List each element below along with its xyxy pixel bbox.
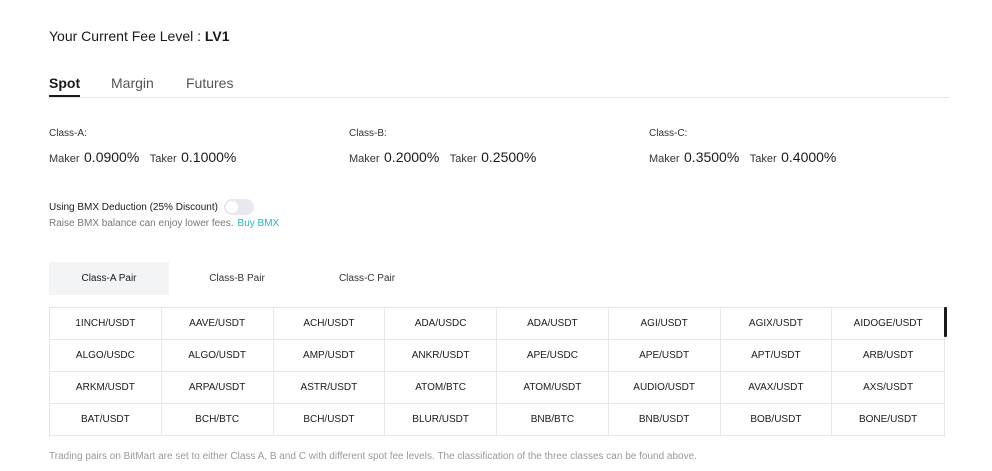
pair-cell: AXS/USDT	[863, 382, 914, 393]
pair-cell: BNB/USDT	[609, 404, 721, 436]
pair-grid-scrollbar[interactable]	[944, 307, 947, 337]
class-a-taker-label: Taker	[149, 153, 177, 165]
pair-cell: APE/USDC	[497, 340, 609, 372]
pair-cell: ANKR/USDT	[385, 340, 497, 372]
pair-cell: BLUR/USDT	[385, 404, 497, 436]
bmx-deduction-toggle[interactable]	[223, 199, 254, 215]
bmx-deduction-label: Using BMX Deduction (25% Discount)	[49, 201, 218, 213]
class-b-taker-value: 0.2500%	[481, 149, 537, 165]
bmx-deduction-row: Using BMX Deduction (25% Discount)	[49, 199, 254, 215]
pair-cell: AIDOGE/USDT	[853, 318, 923, 329]
class-a-maker-label: Maker	[49, 153, 80, 165]
class-c-taker-label: Taker	[749, 153, 777, 165]
class-c-taker-value: 0.4000%	[781, 149, 837, 165]
pair-cell: BCH/USDT	[274, 404, 386, 436]
class-a-maker-value: 0.0900%	[84, 149, 140, 165]
class-c-title: Class-C:	[649, 128, 688, 139]
class-b-maker-label: Maker	[349, 153, 380, 165]
tab-futures[interactable]: Futures	[186, 75, 233, 91]
pair-cell: APT/USDT	[721, 340, 833, 372]
toggle-knob	[225, 201, 238, 213]
active-tab-indicator	[49, 95, 80, 97]
pair-cell: APE/USDT	[609, 340, 721, 372]
pair-cell: ADA/USDC	[385, 308, 497, 340]
bmx-note: Raise BMX balance can enjoy lower fees. B…	[49, 218, 279, 229]
pair-cell: BCH/BTC	[162, 404, 274, 436]
class-c-fees: Class-C: Maker 0.3500% Taker 0.4000%	[649, 128, 842, 167]
pair-cell: ACH/USDT	[274, 308, 386, 340]
pair-row: BAT/USDT BCH/BTC BCH/USDT BLUR/USDT BNB/…	[50, 404, 944, 436]
footer-note: Trading pairs on BitMart are set to eith…	[49, 451, 697, 462]
pair-cell: ARKM/USDT	[50, 372, 162, 404]
pair-cell: ATOM/USDT	[497, 372, 609, 404]
pair-grid: 1INCH/USDT AAVE/USDT ACH/USDT ADA/USDC A…	[49, 307, 945, 437]
pair-row: ARKM/USDT ARPA/USDT ASTR/USDT ATOM/BTC A…	[50, 372, 944, 404]
pair-cell: AVAX/USDT	[721, 372, 833, 404]
class-b-maker-value: 0.2000%	[384, 149, 440, 165]
pair-cell: 1INCH/USDT	[50, 308, 162, 340]
pair-cell: AGIX/USDT	[721, 308, 833, 340]
pair-cell: BNB/BTC	[497, 404, 609, 436]
pair-row: 1INCH/USDT AAVE/USDT ACH/USDT ADA/USDC A…	[50, 308, 944, 340]
market-tabs: Spot Margin Futures	[49, 72, 949, 98]
tab-spot[interactable]: Spot	[49, 75, 80, 91]
pair-cell: ALGO/USDC	[50, 340, 162, 372]
class-a-fees: Class-A: Maker 0.0900% Taker 0.1000%	[49, 128, 242, 167]
class-b-title: Class-B:	[349, 128, 387, 139]
pair-cell: AMP/USDT	[274, 340, 386, 372]
bmx-note-text: Raise BMX balance can enjoy lower fees.	[49, 218, 234, 229]
pair-cell: ASTR/USDT	[274, 372, 386, 404]
pair-cell: ARB/USDT	[862, 350, 914, 361]
pair-row: ALGO/USDC ALGO/USDT AMP/USDT ANKR/USDT A…	[50, 340, 944, 372]
pair-cell: AGI/USDT	[609, 308, 721, 340]
class-a-title: Class-A:	[49, 128, 87, 139]
class-b-fees: Class-B: Maker 0.2000% Taker 0.2500%	[349, 128, 542, 167]
pair-cell: AUDIO/USDT	[609, 372, 721, 404]
tab-class-c-pair[interactable]: Class-C Pair	[307, 262, 427, 295]
pair-cell: BONE/USDT	[858, 414, 918, 425]
pair-cell: ADA/USDT	[497, 308, 609, 340]
class-b-taker-label: Taker	[449, 153, 477, 165]
tab-class-b-pair[interactable]: Class-B Pair	[177, 262, 297, 295]
fee-level-heading: Your Current Fee Level : LV1	[49, 28, 230, 44]
tab-class-a-pair[interactable]: Class-A Pair	[49, 262, 169, 295]
pair-cell: BOB/USDT	[721, 404, 833, 436]
class-a-taker-value: 0.1000%	[181, 149, 237, 165]
fee-level-value: LV1	[204, 28, 230, 44]
tab-margin[interactable]: Margin	[111, 75, 154, 91]
pair-cell: AAVE/USDT	[162, 308, 274, 340]
pair-cell: BAT/USDT	[50, 404, 162, 436]
pair-cell: ALGO/USDT	[162, 340, 274, 372]
pair-cell: ARPA/USDT	[162, 372, 274, 404]
buy-bmx-link[interactable]: Buy BMX	[238, 218, 280, 229]
pair-cell: ATOM/BTC	[385, 372, 497, 404]
class-c-maker-label: Maker	[649, 153, 680, 165]
class-c-maker-value: 0.3500%	[684, 149, 740, 165]
fee-level-label: Your Current Fee Level :	[49, 28, 205, 44]
